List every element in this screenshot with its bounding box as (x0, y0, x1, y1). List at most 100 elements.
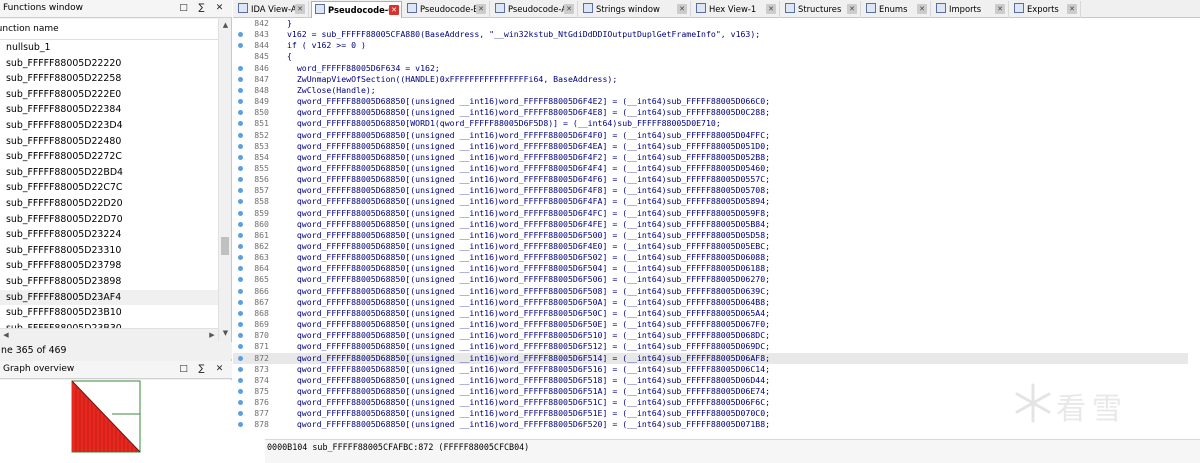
code-line[interactable]: 842} (233, 18, 1200, 29)
code-line[interactable]: 845 { (233, 51, 1200, 62)
function-list-item[interactable]: sub_FFFFF88005D22BD4 (0, 165, 218, 181)
code-text[interactable]: qword_FFFFF88005D68850[(unsigned __int16… (287, 208, 770, 219)
scroll-up-icon[interactable]: ▲ (219, 19, 232, 31)
code-line[interactable]: 865 qword_FFFFF88005D68850[(unsigned __i… (233, 274, 1200, 285)
code-line[interactable]: 869 qword_FFFFF88005D68850[(unsigned __i… (233, 319, 1200, 330)
code-text[interactable]: qword_FFFFF88005D68850[(unsigned __int16… (287, 219, 770, 230)
tab-close-icon[interactable]: ✕ (1067, 4, 1077, 14)
code-text[interactable]: qword_FFFFF88005D68850[(unsigned __int16… (287, 163, 770, 174)
tab-pseudocode-b[interactable]: Pseudocode-B ✕ (404, 1, 490, 18)
function-list-item[interactable]: sub_FFFFF88005D23898 (0, 274, 218, 290)
code-line[interactable]: 858 qword_FFFFF88005D68850[(unsigned __i… (233, 196, 1200, 207)
code-text[interactable]: qword_FFFFF88005D68850[(unsigned __int16… (287, 274, 770, 285)
tab-close-icon[interactable]: ✕ (917, 4, 927, 14)
function-list-item[interactable]: sub_FFFFF88005D23224 (0, 227, 218, 243)
pseudocode-view[interactable]: 842} 843 v162 = sub_FFFFF88005CFA880(BaseA… (233, 18, 1200, 438)
code-text[interactable]: qword_FFFFF88005D68850[(unsigned __int16… (287, 230, 770, 241)
code-text[interactable]: if ( v162 >= 0 ) (287, 40, 366, 51)
code-text[interactable]: ZwClose(Handle); (287, 85, 376, 96)
scroll-down-icon[interactable]: ▼ (219, 327, 232, 339)
code-line[interactable]: 863 qword_FFFFF88005D68850[(unsigned __i… (233, 252, 1200, 263)
pin-icon[interactable]: □ (178, 364, 189, 375)
tab-strings-window[interactable]: Strings window ✕ (580, 1, 691, 18)
code-text[interactable]: qword_FFFFF88005D68850[(unsigned __int16… (287, 375, 770, 386)
tab-close-icon[interactable]: ✕ (766, 4, 776, 14)
function-list-item[interactable]: sub_FFFFF88005D222E0 (0, 87, 218, 103)
tab-structures[interactable]: Structures ✕ (782, 1, 861, 18)
code-line[interactable]: 870 qword_FFFFF88005D68850[(unsigned __i… (233, 330, 1200, 341)
function-list-item[interactable]: nullsub_1 (0, 40, 218, 56)
tab-pseudocode-c[interactable]: Pseudocode-C ✕ (311, 1, 402, 19)
code-line[interactable]: 862 qword_FFFFF88005D68850[(unsigned __i… (233, 241, 1200, 252)
code-line[interactable]: 873 qword_FFFFF88005D68850[(unsigned __i… (233, 364, 1200, 375)
tab-enums[interactable]: Enums ✕ (863, 1, 931, 18)
code-text[interactable]: qword_FFFFF88005D68850[(unsigned __int16… (287, 330, 770, 341)
function-name-column-header[interactable]: Function name (0, 19, 218, 40)
tab-close-icon[interactable]: ✕ (995, 4, 1005, 14)
code-text[interactable]: qword_FFFFF88005D68850[(unsigned __int16… (287, 397, 770, 408)
code-text[interactable]: qword_FFFFF88005D68850[(unsigned __int16… (287, 130, 770, 141)
code-line[interactable]: 872 qword_FFFFF88005D68850[(unsigned __i… (233, 352, 1200, 364)
function-list-vscrollbar[interactable]: ▲ ▼ (218, 19, 231, 341)
graph-overview-canvas[interactable] (0, 380, 232, 463)
code-line[interactable]: 850 qword_FFFFF88005D68850[(unsigned __i… (233, 107, 1200, 118)
code-vscrollbar[interactable] (1188, 18, 1200, 438)
function-list-item[interactable]: sub_FFFFF88005D22D20 (0, 196, 218, 212)
code-text[interactable]: qword_FFFFF88005D68850[(unsigned __int16… (287, 408, 770, 419)
function-list-item[interactable]: sub_FFFFF88005D23B10 (0, 305, 218, 321)
code-line[interactable]: 868 qword_FFFFF88005D68850[(unsigned __i… (233, 308, 1200, 319)
function-list-item[interactable]: sub_FFFFF88005D22C7C (0, 180, 218, 196)
code-text[interactable]: qword_FFFFF88005D68850[(unsigned __int16… (287, 263, 770, 274)
code-text[interactable]: qword_FFFFF88005D68850[(unsigned __int16… (287, 107, 770, 118)
code-line[interactable]: 853 qword_FFFFF88005D68850[(unsigned __i… (233, 141, 1200, 152)
code-text[interactable]: qword_FFFFF88005D68850[(unsigned __int16… (287, 141, 770, 152)
code-line[interactable]: 861 qword_FFFFF88005D68850[(unsigned __i… (233, 230, 1200, 241)
code-line[interactable]: 847 ZwUnmapViewOfSection((HANDLE)0xFFFFF… (233, 74, 1200, 85)
scroll-right-icon[interactable]: ▶ (206, 329, 218, 341)
code-text[interactable]: ZwUnmapViewOfSection((HANDLE)0xFFFFFFFFF… (287, 74, 617, 85)
tab-ida-view-a[interactable]: IDA View-A ✕ (235, 1, 309, 18)
function-list-item[interactable]: sub_FFFFF88005D23AF4 (0, 289, 218, 306)
function-list-item[interactable]: sub_FFFFF88005D223D4 (0, 118, 218, 134)
function-list-item[interactable]: sub_FFFFF88005D2272C (0, 149, 218, 165)
float-icon[interactable]: ∑ (196, 3, 207, 14)
scroll-thumb[interactable] (221, 237, 229, 255)
code-text[interactable]: qword_FFFFF88005D68850[(unsigned __int16… (287, 252, 770, 263)
pin-icon[interactable]: □ (178, 3, 189, 14)
close-icon[interactable]: ✕ (214, 364, 225, 375)
code-text[interactable]: qword_FFFFF88005D68850[(unsigned __int16… (287, 286, 770, 297)
function-list-item[interactable]: sub_FFFFF88005D22D70 (0, 212, 218, 228)
function-list-item[interactable]: sub_FFFFF88005D22384 (0, 102, 218, 118)
code-line[interactable]: 855 qword_FFFFF88005D68850[(unsigned __i… (233, 163, 1200, 174)
tab-imports[interactable]: Imports ✕ (933, 1, 1009, 18)
code-text[interactable]: qword_FFFFF88005D68850[(unsigned __int16… (287, 241, 770, 252)
code-text[interactable]: qword_FFFFF88005D68850[(unsigned __int16… (287, 308, 770, 319)
function-list[interactable]: nullsub_1 sub_FFFFF88005D22220 sub_FFFFF88… (0, 40, 218, 328)
function-list-item[interactable]: sub_FFFFF88005D22258 (0, 71, 218, 87)
tab-exports[interactable]: Exports ✕ (1011, 1, 1081, 18)
function-list-item[interactable]: sub_FFFFF88005D22220 (0, 56, 218, 72)
function-list-item[interactable]: sub_FFFFF88005D23B30 (0, 321, 218, 328)
tab-pseudocode-a[interactable]: Pseudocode-A ✕ (492, 1, 578, 18)
code-line[interactable]: 854 qword_FFFFF88005D68850[(unsigned __i… (233, 152, 1200, 163)
code-text[interactable]: v162 = sub_FFFFF88005CFA880(BaseAddress,… (287, 29, 760, 40)
code-text[interactable]: { (287, 51, 292, 62)
scroll-left-icon[interactable]: ◀ (0, 329, 12, 341)
code-line[interactable]: 859 qword_FFFFF88005D68850[(unsigned __i… (233, 208, 1200, 219)
float-icon[interactable]: ∑ (196, 364, 207, 375)
code-line[interactable]: 851 qword_FFFFF88005D68850[WORD1(qword_F… (233, 118, 1200, 129)
code-line[interactable]: 871 qword_FFFFF88005D68850[(unsigned __i… (233, 341, 1200, 352)
code-text[interactable]: qword_FFFFF88005D68850[(unsigned __int16… (287, 297, 770, 308)
function-list-item[interactable]: sub_FFFFF88005D23798 (0, 258, 218, 274)
code-line[interactable]: 844 if ( v162 >= 0 ) (233, 40, 1200, 51)
code-text[interactable]: word_FFFFF88005D6F634 = v162; (287, 63, 440, 74)
function-list-item[interactable]: sub_FFFFF88005D23310 (0, 243, 218, 259)
tab-close-icon[interactable]: ✕ (476, 4, 486, 14)
tab-close-icon[interactable]: ✕ (847, 4, 857, 14)
code-text[interactable]: qword_FFFFF88005D68850[(unsigned __int16… (287, 152, 770, 163)
function-list-item[interactable]: sub_FFFFF88005D22480 (0, 134, 218, 150)
close-icon[interactable]: ✕ (214, 3, 225, 14)
code-text[interactable]: qword_FFFFF88005D68850[(unsigned __int16… (287, 319, 770, 330)
code-line[interactable]: 848 ZwClose(Handle); (233, 85, 1200, 96)
code-text[interactable]: } (287, 18, 292, 29)
